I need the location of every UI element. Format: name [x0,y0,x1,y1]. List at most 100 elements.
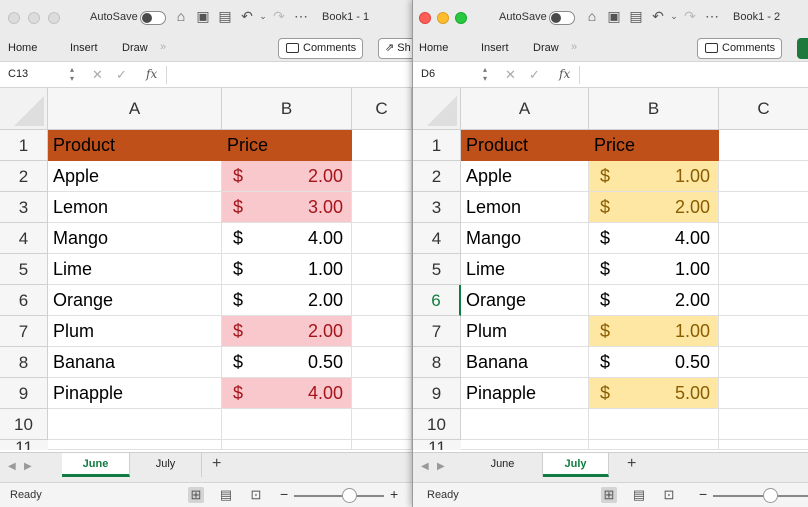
price-cell[interactable]: $2.00 [222,316,352,347]
cancel-icon[interactable]: ✕ [505,67,516,83]
page-break-view-icon[interactable]: ⊡ [248,487,264,503]
table-cell[interactable] [461,409,589,440]
price-cell[interactable]: $2.00 [222,285,352,316]
price-cell[interactable]: $1.00 [589,316,719,347]
price-cell[interactable]: $4.00 [222,223,352,254]
table-cell[interactable] [352,409,412,440]
table-cell[interactable] [461,440,589,450]
price-cell[interactable]: $2.00 [589,285,719,316]
table-cell[interactable] [719,285,808,316]
save-icon[interactable]: ▣ [605,7,623,25]
comments-button[interactable]: Comments [278,38,364,59]
cancel-icon[interactable]: ✕ [92,67,103,83]
price-cell[interactable]: $4.00 [222,378,352,409]
row-header-10[interactable]: 10 [0,409,48,440]
add-sheet-button[interactable]: + [627,455,636,473]
add-sheet-button[interactable]: + [212,455,221,473]
table-cell[interactable] [222,440,352,450]
ribbon-overflow-icon[interactable]: » [160,41,166,53]
product-cell[interactable]: Mango [461,223,589,254]
name-box[interactable]: C13 [8,68,28,80]
product-cell[interactable]: Plum [461,316,589,347]
price-cell[interactable]: $3.00 [222,192,352,223]
sheet-tab-july[interactable]: July [130,453,202,477]
table-cell[interactable] [719,316,808,347]
header-cell-product[interactable]: Product [461,130,589,161]
table-cell[interactable] [719,161,808,192]
table-cell[interactable] [352,316,412,347]
price-cell[interactable]: $2.00 [589,192,719,223]
column-header-b[interactable]: B [222,88,352,130]
home-icon[interactable]: ⌂ [583,7,601,25]
redo-icon[interactable]: ↷ [270,7,288,25]
table-cell[interactable] [352,161,412,192]
row-header-3[interactable]: 3 [0,192,48,223]
price-cell[interactable]: $2.00 [222,161,352,192]
column-header-a[interactable]: A [48,88,222,130]
minimize-window-button[interactable] [28,12,40,24]
table-cell[interactable] [48,440,222,450]
column-header-c[interactable]: C [719,88,808,130]
table-cell[interactable] [352,378,412,409]
name-box-dropdown-icon[interactable]: ▴ ▾ [70,65,74,83]
table-cell[interactable] [352,254,412,285]
normal-view-icon[interactable]: ⊞ [601,487,617,503]
close-window-button[interactable] [419,12,431,24]
tab-draw[interactable]: Draw [533,42,559,54]
save-as-icon[interactable]: ▤ [216,7,234,25]
autosave-toggle[interactable] [140,11,166,25]
select-all-corner[interactable] [413,88,461,130]
product-cell[interactable]: Lemon [461,192,589,223]
row-header-9[interactable]: 9 [0,378,48,409]
column-header-b[interactable]: B [589,88,719,130]
ribbon-overflow-icon[interactable]: » [571,41,577,53]
row-header-7[interactable]: 7 [413,316,461,347]
row-header-3[interactable]: 3 [413,192,461,223]
comments-button[interactable]: Comments [697,38,783,59]
zoom-in-button[interactable]: + [390,486,398,502]
product-cell[interactable]: Mango [48,223,222,254]
redo-icon[interactable]: ↷ [681,7,699,25]
column-header-a[interactable]: A [461,88,589,130]
row-header-8[interactable]: 8 [413,347,461,378]
close-window-button[interactable] [8,12,20,24]
row-header-10[interactable]: 10 [413,409,461,440]
row-header-11[interactable]: 11 [0,440,48,450]
tab-insert[interactable]: Insert [70,42,98,54]
row-header-11[interactable]: 11 [413,440,461,450]
insert-function-icon[interactable]: fx [146,67,157,81]
enter-icon[interactable]: ✓ [529,67,540,83]
zoom-window-button[interactable] [48,12,60,24]
row-header-4[interactable]: 4 [413,223,461,254]
row-header-9[interactable]: 9 [413,378,461,409]
product-cell[interactable]: Orange [461,285,589,316]
zoom-out-button[interactable]: − [280,486,288,502]
product-cell[interactable]: Banana [461,347,589,378]
product-cell[interactable]: Pinapple [48,378,222,409]
zoom-slider-thumb[interactable] [342,488,357,503]
table-cell[interactable] [719,192,808,223]
row-header-1[interactable]: 1 [413,130,461,161]
table-cell[interactable] [352,440,412,450]
table-cell[interactable] [719,130,808,161]
table-cell[interactable] [352,130,412,161]
product-cell[interactable]: Pinapple [461,378,589,409]
page-break-view-icon[interactable]: ⊡ [661,487,677,503]
table-cell[interactable] [222,409,352,440]
save-as-icon[interactable]: ▤ [627,7,645,25]
share-button[interactable]: ⇗ Sh [378,38,412,59]
price-cell[interactable]: $4.00 [589,223,719,254]
product-cell[interactable]: Lemon [48,192,222,223]
insert-function-icon[interactable]: fx [559,67,570,81]
tab-home[interactable]: Home [8,42,37,54]
row-header-5[interactable]: 5 [0,254,48,285]
spreadsheet-grid[interactable]: A B C 1 2 3 4 5 6 7 8 9 10 11 Product Price Apple $2.00 Le… [0,88,412,452]
zoom-out-button[interactable]: − [699,486,707,502]
tab-insert[interactable]: Insert [481,42,509,54]
row-header-8[interactable]: 8 [0,347,48,378]
header-cell-price[interactable]: Price [222,130,352,161]
tab-draw[interactable]: Draw [122,42,148,54]
product-cell[interactable]: Plum [48,316,222,347]
product-cell[interactable]: Banana [48,347,222,378]
table-cell[interactable] [352,347,412,378]
